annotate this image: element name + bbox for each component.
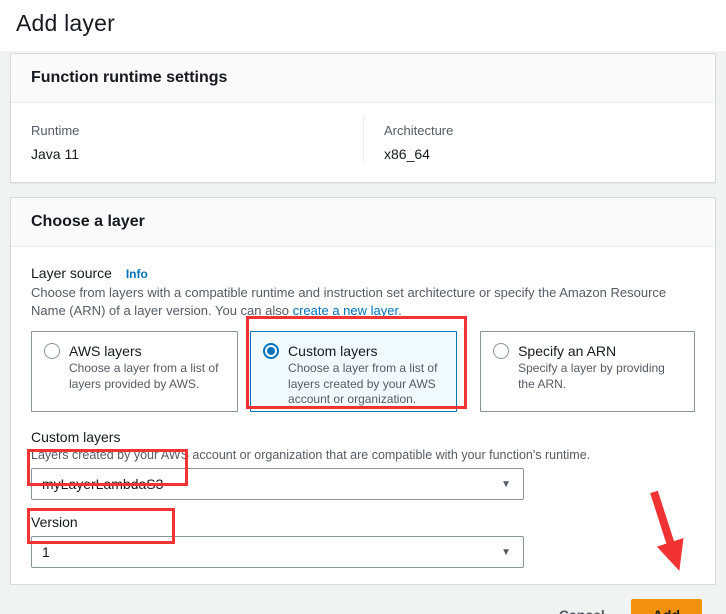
version-select[interactable]: 1 ▼ bbox=[31, 536, 524, 568]
runtime-column: Runtime Java 11 bbox=[11, 117, 363, 162]
choose-layer-panel-header: Choose a layer bbox=[11, 198, 715, 247]
page-header: Add layer bbox=[0, 0, 726, 51]
radio-card-label: Custom layers bbox=[288, 343, 377, 359]
radio-card-description: Specify a layer by providing the ARN. bbox=[518, 361, 682, 392]
custom-layers-label: Custom layers bbox=[31, 429, 695, 445]
architecture-label: Architecture bbox=[384, 123, 695, 138]
choose-layer-panel: Choose a layer Layer source Info Choose … bbox=[10, 197, 716, 585]
choose-layer-title: Choose a layer bbox=[31, 213, 695, 231]
runtime-settings-title: Function runtime settings bbox=[31, 69, 695, 87]
page-title: Add layer bbox=[16, 10, 710, 37]
create-new-layer-link[interactable]: create a new layer. bbox=[293, 303, 402, 318]
runtime-label: Runtime bbox=[31, 123, 343, 138]
radio-selected-icon[interactable] bbox=[263, 343, 279, 359]
runtime-settings-panel-header: Function runtime settings bbox=[11, 54, 715, 103]
radio-unselected-icon[interactable] bbox=[44, 343, 60, 359]
runtime-settings-body: Runtime Java 11 Architecture x86_64 bbox=[11, 103, 715, 182]
runtime-value: Java 11 bbox=[31, 146, 343, 162]
info-link[interactable]: Info bbox=[126, 267, 148, 281]
cancel-button[interactable]: Cancel bbox=[559, 607, 605, 614]
custom-layers-select[interactable]: myLayerLambdaS3 ▼ bbox=[31, 468, 524, 500]
radio-line: AWS layers bbox=[44, 343, 225, 359]
radio-card-aws-layers[interactable]: AWS layers Choose a layer from a list of… bbox=[31, 331, 238, 412]
radio-card-label: AWS layers bbox=[69, 343, 142, 359]
runtime-settings-panel: Function runtime settings Runtime Java 1… bbox=[10, 53, 716, 183]
radio-card-label: Specify an ARN bbox=[518, 343, 616, 359]
version-label: Version bbox=[31, 514, 695, 530]
layer-source-row: Layer source Info bbox=[31, 265, 695, 281]
chevron-down-icon: ▼ bbox=[501, 547, 511, 558]
architecture-value: x86_64 bbox=[384, 146, 695, 162]
layer-source-label: Layer source bbox=[31, 265, 112, 281]
radio-card-description: Choose a layer from a list of layers pro… bbox=[69, 361, 225, 392]
architecture-column: Architecture x86_64 bbox=[363, 117, 715, 162]
content-area: Function runtime settings Runtime Java 1… bbox=[0, 51, 726, 614]
choose-layer-body: Layer source Info Choose from layers wit… bbox=[11, 247, 715, 584]
radio-line: Specify an ARN bbox=[493, 343, 682, 359]
custom-layers-description: Layers created by your AWS account or or… bbox=[31, 448, 695, 462]
radio-card-custom-layers[interactable]: Custom layers Choose a layer from a list… bbox=[250, 331, 457, 412]
version-select-value: 1 bbox=[42, 544, 501, 560]
radio-card-specify-arn[interactable]: Specify an ARN Specify a layer by provid… bbox=[480, 331, 695, 412]
custom-layers-field: Custom layers Layers created by your AWS… bbox=[31, 429, 695, 500]
version-field: Version 1 ▼ bbox=[31, 514, 695, 568]
form-footer: Cancel Add bbox=[10, 585, 716, 614]
chevron-down-icon: ▼ bbox=[501, 479, 511, 490]
layer-source-description: Choose from layers with a compatible run… bbox=[31, 284, 691, 319]
radio-unselected-icon[interactable] bbox=[493, 343, 509, 359]
layer-source-options: AWS layers Choose a layer from a list of… bbox=[31, 331, 695, 412]
add-button[interactable]: Add bbox=[631, 599, 702, 614]
custom-layers-select-value: myLayerLambdaS3 bbox=[42, 476, 501, 492]
radio-line: Custom layers bbox=[263, 343, 444, 359]
radio-card-description: Choose a layer from a list of layers cre… bbox=[288, 361, 444, 408]
